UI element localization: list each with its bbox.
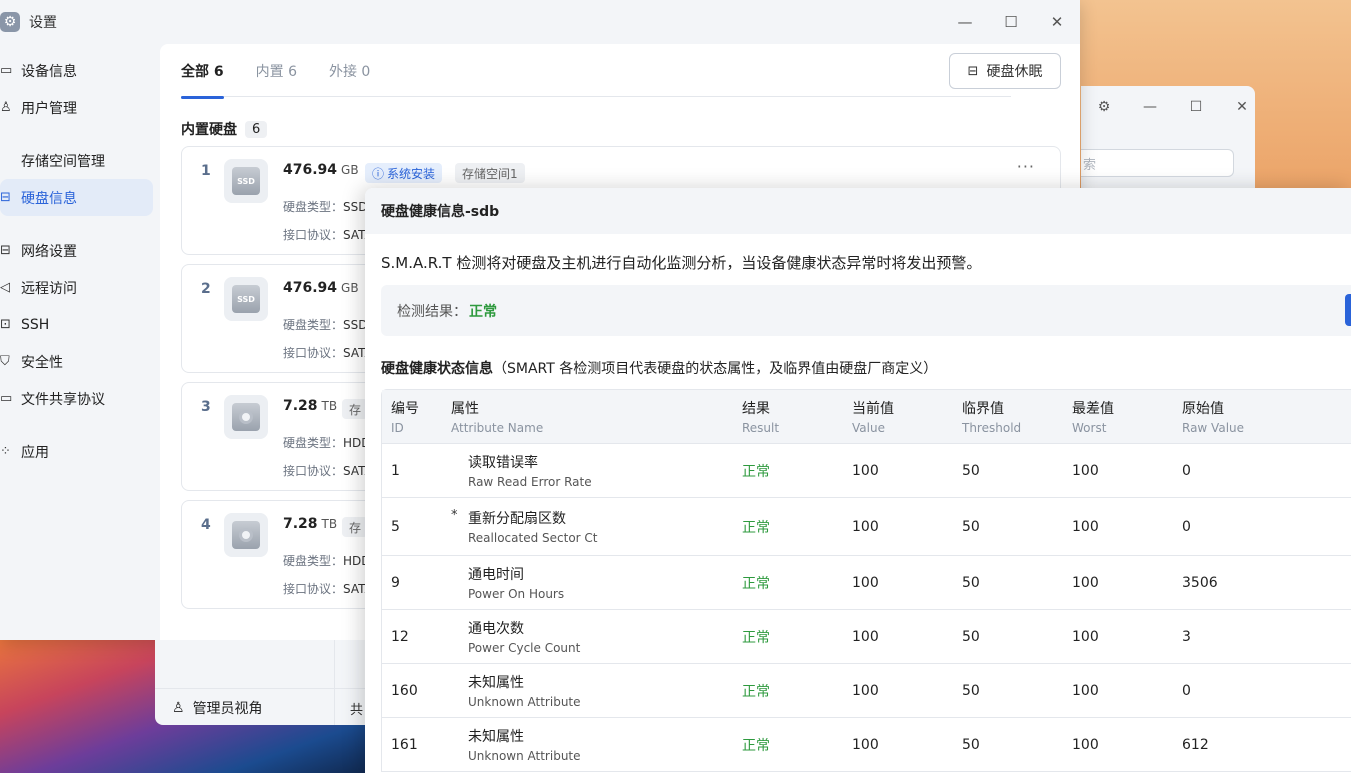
title-bar: ⚙ 设置 — ☐ ✕ (0, 0, 1080, 44)
tab-all[interactable]: 全部 6 (181, 44, 224, 99)
user-icon: ♙ (0, 100, 12, 115)
table-header: 编号 ID 属性 Attribute Name 结果 Result 当前值 Value … (382, 390, 1351, 444)
background-window: ⚙ — ☐ ✕ 索 (1081, 86, 1255, 196)
send-icon: ◁ (0, 280, 10, 295)
hdd-icon (224, 395, 268, 439)
close-icon[interactable]: ✕ (1219, 99, 1265, 115)
shared-label: 共 (350, 703, 364, 718)
disk-number: 1 (201, 163, 211, 179)
dialog-description: S.M.A.R.T 检测将对硬盘及主机进行自动化监测分析，当设备健康状态异常时将… (381, 254, 982, 272)
sidebar-item-ssh[interactable]: ⊡ SSH (0, 306, 153, 343)
disk-number: 3 (201, 399, 211, 415)
health-status-title: 硬盘健康状态信息（SMART 各检测项目代表硬盘的状态属性，及临界值由硬盘厂商定… (381, 361, 938, 377)
minimize-icon[interactable]: — (1127, 99, 1173, 115)
disk-protocol: 接口协议：SATA (283, 464, 373, 478)
shield-icon: ⛉ (0, 354, 10, 369)
disk-protocol: 接口协议：SATA (283, 228, 373, 242)
disk-number: 2 (201, 281, 211, 297)
sidebar-item-disk-info[interactable]: ⊟ 硬盘信息 (0, 179, 153, 216)
disk-size: 476.94 GB (283, 280, 359, 296)
disk-protocol: 接口协议：SATA (283, 582, 373, 596)
disk-size: 476.94 GB (283, 162, 359, 178)
tag-storage: 存储空间1 (455, 163, 525, 183)
disk-icon: ⊟ (967, 63, 979, 79)
maximize-icon[interactable]: ☐ (1173, 99, 1219, 115)
table-row: 5 * 重新分配扇区数 Reallocated Sector Ct 正常 100 5… (382, 498, 1351, 556)
sidebar-item-users[interactable]: ♙ 用户管理 (0, 89, 153, 126)
apps-icon: ⁘ (0, 444, 11, 459)
table-row: 160 未知属性 Unknown Attribute 正常 100 50 100 … (382, 664, 1351, 718)
admin-view-button[interactable]: ♙ 管理员视角 (172, 698, 263, 718)
sidebar-item-network[interactable]: ⊟ 网络设置 (0, 232, 153, 269)
disk-protocol: 接口协议：SATA (283, 346, 373, 360)
disk-sleep-button[interactable]: ⊟ 硬盘休眠 (949, 53, 1061, 89)
tab-external[interactable]: 外接 0 (329, 44, 370, 97)
disk-type: 硬盘类型：SSD (283, 200, 368, 214)
share-icon: ▭ (0, 391, 13, 406)
sidebar-item-apps[interactable]: ⁘ 应用 (0, 433, 153, 470)
network-icon: ⊟ (0, 243, 11, 258)
count-badge: 6 (245, 120, 268, 138)
table-row: 1 读取错误率 Raw Read Error Rate 正常 100 50 100… (382, 444, 1351, 498)
disk-type: 硬盘类型：HDD (283, 554, 371, 568)
disk-type: 硬盘类型：HDD (283, 436, 371, 450)
result-accent-bar (1345, 294, 1351, 326)
monitor-icon: ▭ (0, 63, 13, 78)
disk-size: 7.28 TB (283, 516, 338, 532)
more-icon[interactable]: ··· (1017, 157, 1035, 176)
result-status: 正常 (469, 303, 497, 320)
disk-number: 4 (201, 517, 211, 533)
detection-result: 检测结果： 正常 (381, 285, 1351, 336)
minimize-button[interactable]: — (942, 0, 988, 44)
disk-health-dialog: 硬盘健康信息-sdb S.M.A.R.T 检测将对硬盘及主机进行自动化监测分析，… (365, 188, 1351, 773)
ssd-icon: SSD (224, 277, 268, 321)
user-icon: ♙ (172, 700, 185, 716)
gear-icon[interactable]: ⚙ (1081, 99, 1127, 115)
window-title: 设置 (29, 15, 57, 31)
disk-tabs: 全部 6 内置 6 外接 0 (181, 44, 1011, 99)
table-row: 12 通电次数 Power Cycle Count 正常 100 50 100 3 (382, 610, 1351, 664)
settings-app-icon: ⚙ (0, 12, 20, 32)
smart-table: 编号 ID 属性 Attribute Name 结果 Result 当前值 Value … (381, 389, 1351, 772)
sidebar-item-device-info[interactable]: ▭ 设备信息 (0, 52, 153, 89)
sidebar-item-storage[interactable]: 存储空间管理 (0, 142, 153, 179)
table-row: 9 通电时间 Power On Hours 正常 100 50 100 3506 (382, 556, 1351, 610)
disk-size: 7.28 TB (283, 398, 338, 414)
search-input[interactable]: 索 (1081, 149, 1234, 177)
sidebar-item-security[interactable]: ⛉ 安全性 (0, 343, 153, 380)
critical-marker: * (451, 508, 458, 523)
close-button[interactable]: ✕ (1034, 0, 1080, 44)
ssd-icon: SSD (224, 159, 268, 203)
hdd-icon (224, 513, 268, 557)
disk-type: 硬盘类型：SSD (283, 318, 368, 332)
section-title: 内置硬盘 6 (181, 119, 268, 139)
tag-system-install: ⓘ 系统安装 (365, 163, 443, 183)
table-row: 161 未知属性 Unknown Attribute 正常 100 50 100 … (382, 718, 1351, 772)
dialog-title: 硬盘健康信息-sdb (365, 188, 1351, 234)
sidebar-item-remote-access[interactable]: ◁ 远程访问 (0, 269, 153, 306)
disk-icon: ⊟ (0, 190, 11, 205)
tab-internal[interactable]: 内置 6 (256, 44, 297, 97)
maximize-button[interactable]: ☐ (988, 0, 1034, 44)
sidebar: ▭ 设备信息 ♙ 用户管理 存储空间管理 ⊟ 硬盘信息 ⊟ 网络设置 ◁ 远程访问 ⊡ SS… (0, 52, 160, 470)
code-icon: ⊡ (0, 317, 11, 332)
sidebar-item-file-sharing[interactable]: ▭ 文件共享协议 (0, 380, 153, 417)
info-icon: ⓘ (372, 166, 385, 181)
